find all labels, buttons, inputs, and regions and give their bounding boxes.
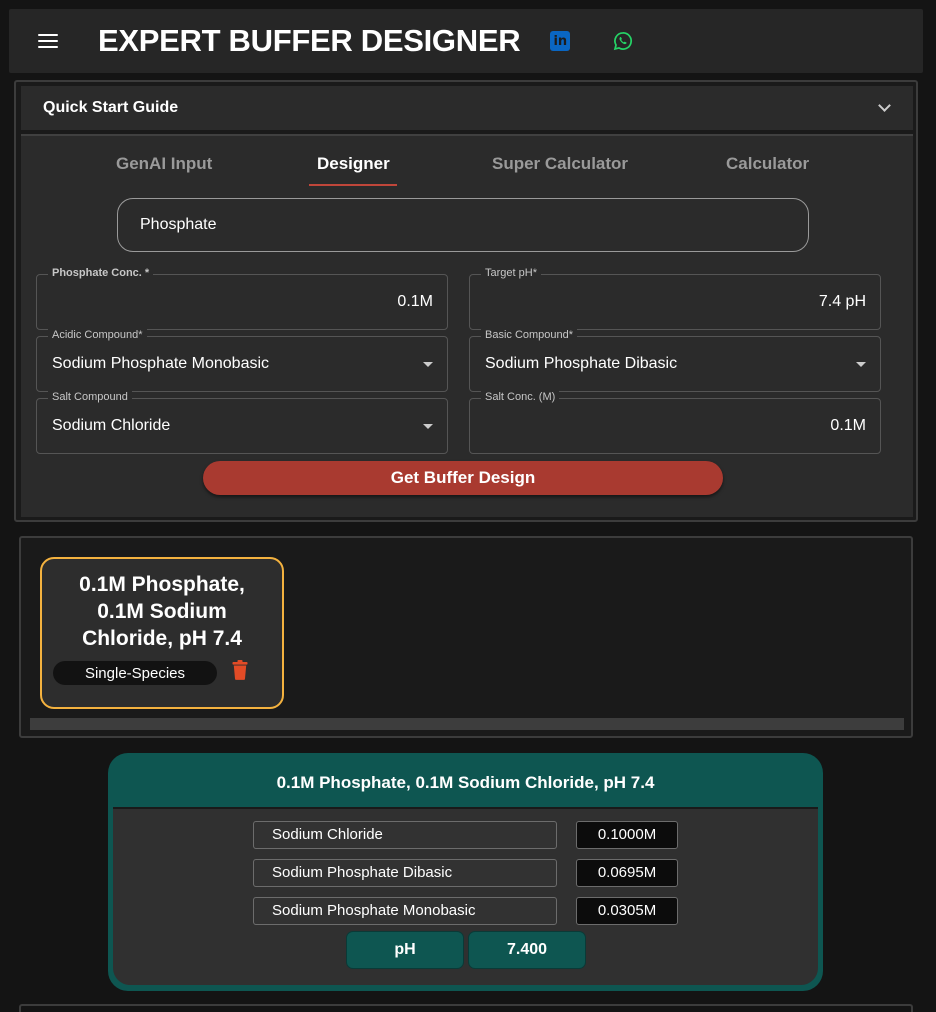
basic-compound-value[interactable]: Sodium Phosphate Dibasic [485,355,677,373]
target-ph-field[interactable]: Target pH* 7.4 pH [469,267,881,330]
acidic-compound-label: Acidic Compound* [48,329,147,341]
chevron-down-icon[interactable] [878,99,891,112]
species-badge: Single-Species [53,661,217,685]
dropdown-caret-icon[interactable] [423,362,433,367]
component-row: Sodium Phosphate Dibasic 0.0695M [253,859,679,887]
salt-conc-label: Salt Conc. (M) [481,391,560,403]
result-body: Sodium Chloride 0.1000M Sodium Phosphate… [113,807,818,985]
component-name: Sodium Chloride [253,821,557,849]
phosphate-conc-label: Phosphate Conc. * [48,267,154,279]
tab-super-calculator[interactable]: Super Calculator [492,154,628,174]
active-tab-indicator [309,184,397,186]
saved-design-title: 0.1M Phosphate, 0.1M Sodium Chloride, pH… [79,573,245,650]
top-app-bar: EXPERT BUFFER DESIGNER in [9,9,923,73]
saved-design-card[interactable]: 0.1M Phosphate, 0.1M Sodium Chloride, pH… [40,557,284,709]
component-name: Sodium Phosphate Dibasic [253,859,557,887]
tab-bar: GenAI Input Designer Super Calculator Ca… [21,136,913,188]
app-title: EXPERT BUFFER DESIGNER [98,23,521,58]
quick-start-accordion[interactable]: Quick Start Guide [21,86,913,132]
menu-icon[interactable] [38,34,58,48]
ph-label: pH [346,931,464,969]
buffer-search-input[interactable] [117,198,809,252]
target-ph-label: Target pH* [481,267,541,279]
tab-calculator[interactable]: Calculator [726,154,809,174]
buffer-result-card: 0.1M Phosphate, 0.1M Sodium Chloride, pH… [108,753,823,991]
salt-compound-label: Salt Compound [48,391,132,403]
component-concentration: 0.1000M [576,821,678,849]
salt-conc-field[interactable]: Salt Conc. (M) 0.1M [469,391,881,454]
acidic-compound-select[interactable]: Acidic Compound* Sodium Phosphate Monoba… [36,329,448,392]
quick-start-label: Quick Start Guide [43,99,179,116]
salt-compound-select[interactable]: Salt Compound Sodium Chloride [36,391,448,454]
basic-compound-select[interactable]: Basic Compound* Sodium Phosphate Dibasic [469,329,881,392]
component-concentration: 0.0305M [576,897,678,925]
designer-panel: Quick Start Guide GenAI Input Designer S… [14,80,918,522]
dropdown-caret-icon[interactable] [423,424,433,429]
component-name: Sodium Phosphate Monobasic [253,897,557,925]
tab-genai-input[interactable]: GenAI Input [116,154,212,174]
salt-compound-value[interactable]: Sodium Chloride [52,417,170,435]
dropdown-caret-icon[interactable] [856,362,866,367]
component-row: Sodium Chloride 0.1000M [253,821,679,849]
whatsapp-icon[interactable] [612,30,634,52]
saved-designs-panel: 0.1M Phosphate, 0.1M Sodium Chloride, pH… [19,536,913,738]
designer-form: GenAI Input Designer Super Calculator Ca… [21,134,913,517]
next-panel-edge [19,1004,913,1012]
phosphate-conc-value[interactable]: 0.1M [397,293,433,311]
trash-icon[interactable] [232,660,248,680]
tab-designer[interactable]: Designer [317,154,390,174]
get-buffer-design-button[interactable]: Get Buffer Design [203,461,723,495]
result-title: 0.1M Phosphate, 0.1M Sodium Chloride, pH… [276,773,655,792]
horizontal-scrollbar[interactable] [30,718,904,730]
acidic-compound-value[interactable]: Sodium Phosphate Monobasic [52,355,269,373]
basic-compound-label: Basic Compound* [481,329,578,341]
phosphate-conc-field[interactable]: Phosphate Conc. * 0.1M [36,267,448,330]
component-row: Sodium Phosphate Monobasic 0.0305M [253,897,679,925]
target-ph-value[interactable]: 7.4 pH [819,293,866,311]
component-concentration: 0.0695M [576,859,678,887]
salt-conc-value[interactable]: 0.1M [830,417,866,435]
ph-value: 7.400 [468,931,586,969]
linkedin-icon[interactable]: in [550,31,571,51]
